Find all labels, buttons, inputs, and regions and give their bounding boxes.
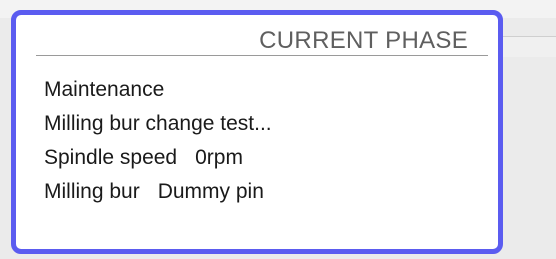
milling-bur-value: Dummy pin	[157, 180, 264, 203]
phase-name: Maintenance	[44, 78, 165, 101]
spindle-speed-label: Spindle speed	[44, 146, 178, 169]
milling-bur-label: Milling bur	[44, 180, 140, 203]
current-phase-panel: CURRENT PHASE Maintenance Milling bur ch…	[11, 10, 503, 254]
spindle-speed-value: 0rpm	[195, 146, 243, 169]
screen: CURRENT PHASE Maintenance Milling bur ch…	[0, 0, 556, 259]
panel-title: CURRENT PHASE	[259, 27, 468, 54]
phase-details: Maintenance Milling bur change test... S…	[44, 73, 272, 209]
milling-bur-row: Milling bur Dummy pin	[44, 175, 272, 209]
background-divider	[500, 36, 556, 57]
spindle-speed-row: Spindle speed 0rpm	[44, 141, 272, 175]
panel-header: CURRENT PHASE	[36, 25, 488, 56]
task-status: Milling bur change test...	[44, 112, 272, 135]
